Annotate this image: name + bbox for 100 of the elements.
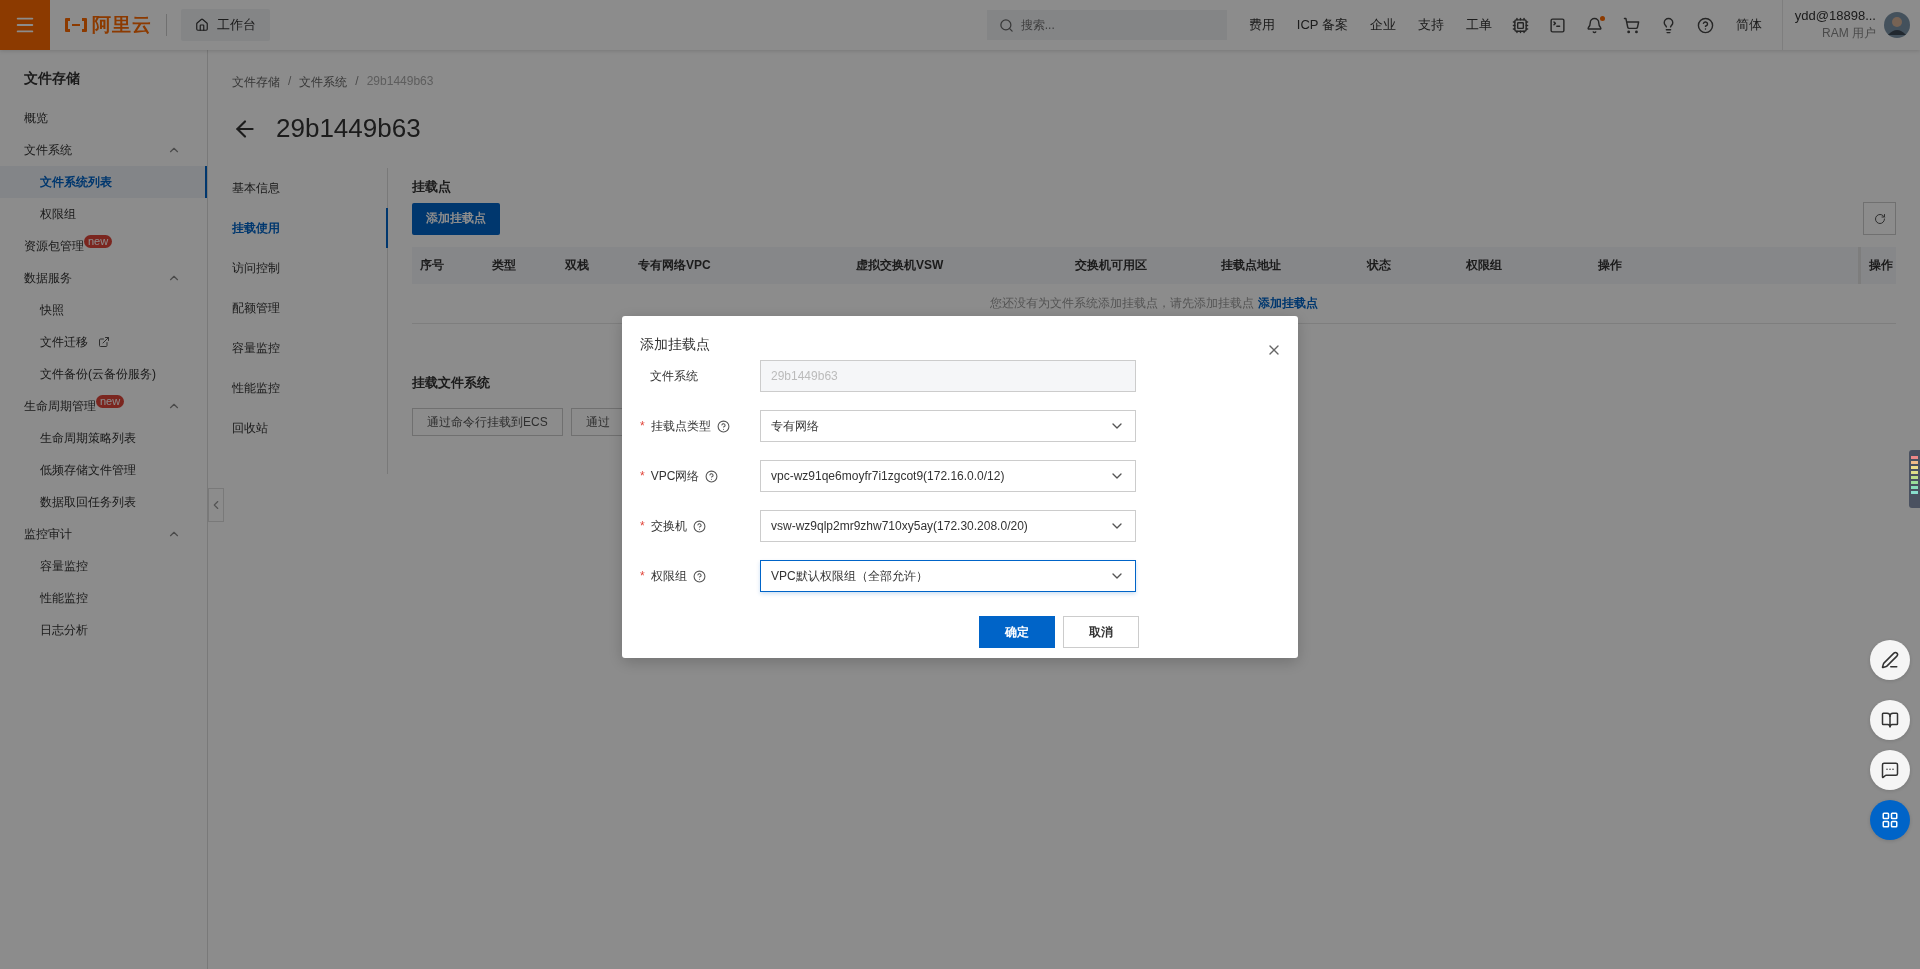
- language-link[interactable]: 简体: [1735, 16, 1762, 34]
- logo-icon: [64, 17, 88, 33]
- field-label: 权限组: [650, 567, 687, 585]
- breadcrumb-separator: /: [355, 74, 359, 90]
- sidebar-item[interactable]: 数据取回任务列表: [0, 486, 207, 518]
- subnav-tab[interactable]: 挂载使用: [232, 208, 388, 248]
- column-header: 交换机可用区: [1067, 247, 1213, 284]
- cancel-button[interactable]: 取消: [1063, 616, 1139, 648]
- book-button[interactable]: [1870, 700, 1910, 740]
- top-nav-link[interactable]: ICP 备案: [1296, 16, 1348, 34]
- sidebar-item-label: 监控审计: [24, 525, 72, 543]
- apps-button[interactable]: [1870, 800, 1910, 840]
- dialog-title: 添加挂载点: [640, 336, 710, 354]
- column-header: 序号: [412, 247, 484, 284]
- select-field[interactable]: vpc-wz91qe6moyfr7i1zgcot9(172.16.0.0/12): [760, 460, 1136, 492]
- section-title: 挂载文件系统: [412, 374, 490, 392]
- search-icon: [998, 18, 1014, 33]
- sidebar-item-label: 概览: [24, 109, 48, 127]
- field-label: 文件系统: [650, 367, 698, 385]
- column-header: 专有网络VPC: [630, 247, 848, 284]
- home-icon: [195, 18, 209, 32]
- sidebar-item[interactable]: 概览: [0, 102, 207, 134]
- column-header: 操作: [1858, 247, 1896, 284]
- column-header: 双栈: [557, 247, 630, 284]
- refresh-icon: [1873, 212, 1886, 225]
- column-header: 状态: [1359, 247, 1458, 284]
- logo-text: 阿里云: [92, 13, 152, 37]
- sidebar-item[interactable]: 性能监控: [0, 582, 207, 614]
- required-asterisk: *: [640, 469, 645, 483]
- book-icon: [1881, 711, 1899, 729]
- field-label: VPC网络: [650, 467, 700, 485]
- subnav-tab[interactable]: 容量监控: [232, 328, 388, 368]
- sidebar-item[interactable]: 资源包管理 new: [0, 230, 207, 262]
- confirm-button[interactable]: 确定: [979, 616, 1055, 648]
- select-field[interactable]: 专有网络: [760, 410, 1136, 442]
- collapse-handle[interactable]: [208, 488, 224, 522]
- sidebar-item-label: 性能监控: [40, 589, 88, 607]
- top-nav-link[interactable]: 工单: [1465, 16, 1492, 34]
- required-asterisk: *: [640, 419, 645, 433]
- mount-option-button[interactable]: 通过命令行挂载到ECS: [412, 408, 563, 436]
- add-mount-point-link[interactable]: 添加挂载点: [1258, 295, 1318, 312]
- input-field: 29b1449b63: [760, 360, 1136, 392]
- help-icon[interactable]: [705, 469, 719, 483]
- help-icon[interactable]: [692, 569, 706, 583]
- sidebar-item[interactable]: 生命周期策略列表: [0, 422, 207, 454]
- sidebar-item[interactable]: 容量监控: [0, 550, 207, 582]
- bell-icon[interactable]: [1585, 16, 1603, 34]
- sidebar-item[interactable]: 监控审计: [0, 518, 207, 550]
- sidebar-item[interactable]: 文件系统列表: [0, 166, 207, 198]
- pen-icon: [1881, 651, 1899, 669]
- avatar: [1884, 12, 1910, 38]
- column-header: 类型: [484, 247, 557, 284]
- top-nav-link[interactable]: 支持: [1417, 16, 1444, 34]
- add-mount-point-button[interactable]: 添加挂载点: [412, 202, 500, 235]
- external-link-icon: [98, 336, 110, 348]
- help-icon[interactable]: [1696, 16, 1714, 34]
- search-field[interactable]: 搜索...: [986, 10, 1227, 40]
- grid-icon: [1881, 811, 1899, 829]
- cart-icon[interactable]: [1622, 16, 1640, 34]
- chat-icon: [1881, 761, 1899, 779]
- subnav-tab[interactable]: 配额管理: [232, 288, 388, 328]
- terminal-icon[interactable]: [1548, 16, 1566, 34]
- column-header: 操作: [1590, 247, 1858, 284]
- edit-button[interactable]: [1870, 640, 1910, 680]
- subnav-tab[interactable]: 性能监控: [232, 368, 388, 408]
- top-nav-link[interactable]: 费用: [1248, 16, 1275, 34]
- sidebar-item[interactable]: 权限组: [0, 198, 207, 230]
- new-badge: new: [84, 234, 113, 248]
- field-label: 挂载点类型: [650, 417, 711, 435]
- sidebar-item-label: 数据服务: [24, 269, 72, 287]
- user-name[interactable]: ydd@18898...: [1794, 8, 1876, 23]
- sidebar-item-label: 容量监控: [40, 557, 88, 575]
- chat-button[interactable]: [1870, 750, 1910, 790]
- sidebar-item[interactable]: 生命周期管理 new: [0, 390, 207, 422]
- meter-widget[interactable]: [1909, 450, 1920, 508]
- help-icon[interactable]: [692, 519, 706, 533]
- sidebar-item-label: 文件系统列表: [40, 173, 112, 191]
- sidebar-item[interactable]: 低频存储文件管理: [0, 454, 207, 486]
- sidebar-item[interactable]: 文件备份(云备份服务): [0, 358, 207, 390]
- section-title: 挂载点: [412, 178, 451, 196]
- workbench-button[interactable]: 工作台: [181, 9, 270, 41]
- sidebar-item[interactable]: 数据服务: [0, 262, 207, 294]
- subnav-tab[interactable]: 访问控制: [232, 248, 388, 288]
- subnav-tab[interactable]: 基本信息: [232, 168, 388, 208]
- breadcrumb-link[interactable]: 文件存储: [232, 74, 280, 91]
- sidebar-item-label: 快照: [40, 301, 64, 319]
- help-icon[interactable]: [716, 419, 730, 433]
- sidebar-item[interactable]: 文件迁移: [0, 326, 207, 358]
- select-field[interactable]: vsw-wz9qlp2mr9zhw710xy5ay(172.30.208.0/20): [760, 510, 1136, 542]
- sidebar-item[interactable]: 文件系统: [0, 134, 207, 166]
- top-nav-link[interactable]: 企业: [1369, 16, 1396, 34]
- chip-icon[interactable]: [1511, 16, 1529, 34]
- sidebar-item-label: 生命周期管理: [24, 397, 96, 415]
- new-badge: new: [96, 394, 125, 408]
- sidebar-item[interactable]: 日志分析: [0, 614, 207, 646]
- breadcrumb-link[interactable]: 文件系统: [299, 74, 348, 91]
- subnav-tab[interactable]: 回收站: [232, 408, 388, 448]
- required-asterisk: *: [640, 569, 645, 583]
- select-field[interactable]: VPC默认权限组（全部允许）: [760, 560, 1136, 592]
- sidebar-item[interactable]: 快照: [0, 294, 207, 326]
